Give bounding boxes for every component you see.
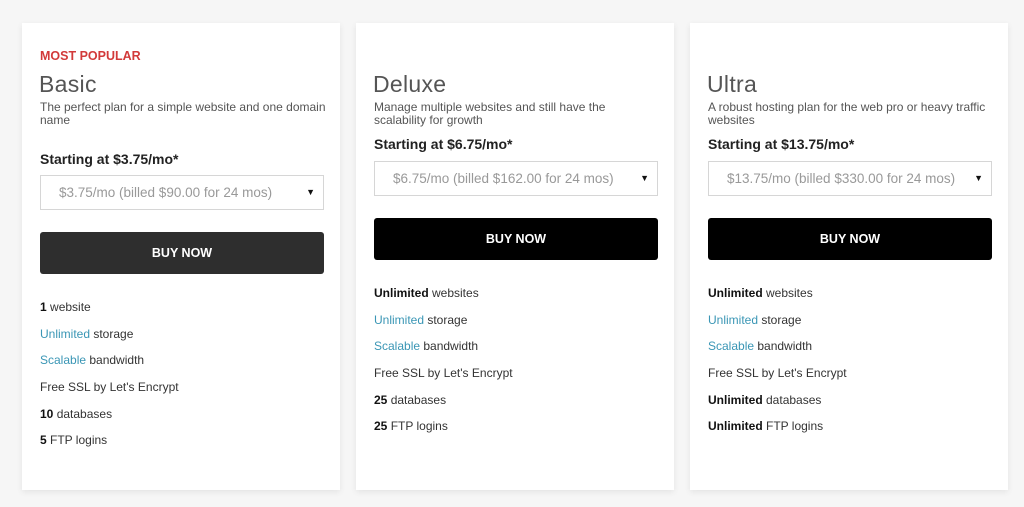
feature-link[interactable]: Scalable — [374, 339, 420, 353]
feature-link[interactable]: Unlimited — [374, 313, 424, 327]
feature-text: websites — [762, 286, 813, 300]
feature-item: 5 FTP logins — [40, 433, 179, 460]
feature-highlight: Unlimited — [708, 392, 763, 407]
feature-item: Unlimited databases — [708, 393, 847, 420]
plan-card-basic: MOST POPULAR Basic The perfect plan for … — [22, 23, 340, 490]
feature-item: Free SSL by Let's Encrypt — [374, 366, 513, 393]
feature-highlight: Unlimited — [708, 286, 763, 300]
feature-text: databases — [387, 392, 447, 407]
feature-item: 1 website — [40, 300, 179, 327]
feature-link[interactable]: Scalable — [40, 353, 86, 367]
feature-text: bandwidth — [86, 353, 145, 368]
dropdown-arrow-icon: ▼ — [306, 187, 315, 197]
feature-item: Unlimited websites — [708, 286, 847, 313]
feature-highlight: 10 — [40, 406, 54, 421]
billing-term-value: $13.75/mo (billed $330.00 for 24 mos) — [727, 171, 956, 186]
buy-now-button[interactable]: BUY NOW — [708, 218, 992, 260]
feature-text: FTP logins — [387, 419, 448, 434]
billing-term-select[interactable]: $13.75/mo (billed $330.00 for 24 mos) ▼ — [708, 161, 992, 196]
buy-now-button[interactable]: BUY NOW — [374, 218, 658, 260]
feature-text: bandwidth — [754, 339, 813, 354]
feature-list: 1 website Unlimited storage Scalable bandw… — [40, 300, 179, 460]
plan-name: Basic — [39, 71, 97, 97]
billing-term-select[interactable]: $6.75/mo (billed $162.00 for 24 mos) ▼ — [374, 161, 658, 196]
feature-link[interactable]: Unlimited — [40, 327, 90, 341]
feature-item: Unlimited FTP logins — [708, 419, 847, 446]
feature-text: storage — [90, 326, 134, 341]
most-popular-badge: MOST POPULAR — [40, 49, 141, 63]
billing-term-select[interactable]: $3.75/mo (billed $90.00 for 24 mos) ▼ — [40, 175, 324, 210]
feature-text: FTP logins — [762, 419, 824, 434]
starting-price: Starting at $6.75/mo* — [374, 136, 513, 152]
dropdown-arrow-icon: ▼ — [974, 173, 983, 183]
feature-item: 25 databases — [374, 393, 513, 420]
starting-price: Starting at $3.75/mo* — [40, 151, 179, 167]
feature-link[interactable]: Unlimited — [708, 313, 758, 327]
feature-item: Unlimited storage — [40, 327, 179, 354]
feature-item: Unlimited websites — [374, 286, 513, 313]
dropdown-arrow-icon: ▼ — [640, 173, 649, 183]
feature-list: Unlimited websites Unlimited storage Scala… — [374, 286, 513, 446]
feature-text: Free SSL by Let's Encrypt — [374, 366, 513, 381]
feature-item: Free SSL by Let's Encrypt — [40, 380, 179, 407]
feature-highlight: 1 — [40, 300, 47, 314]
feature-highlight: Unlimited — [374, 286, 429, 300]
feature-text: storage — [424, 312, 468, 327]
feature-text: databases — [762, 392, 822, 407]
billing-term-value: $3.75/mo (billed $90.00 for 24 mos) — [59, 185, 273, 200]
plan-card-ultra: Ultra A robust hosting plan for the web … — [690, 23, 1008, 490]
plan-description: Manage multiple websites and still have … — [374, 100, 606, 127]
feature-item: Unlimited storage — [374, 313, 513, 340]
plan-description: A robust hosting plan for the web pro or… — [708, 100, 986, 127]
feature-list: Unlimited websites Unlimited storage Scala… — [708, 286, 847, 446]
feature-item: Scalable bandwidth — [708, 339, 847, 366]
feature-text: storage — [758, 312, 802, 327]
feature-item: 10 databases — [40, 407, 179, 434]
plan-description: The perfect plan for a simple website an… — [40, 100, 326, 127]
feature-text: websites — [428, 286, 479, 300]
feature-item: Scalable bandwidth — [40, 353, 179, 380]
feature-text: Free SSL by Let's Encrypt — [40, 380, 179, 395]
feature-item: Scalable bandwidth — [374, 339, 513, 366]
feature-item: Free SSL by Let's Encrypt — [708, 366, 847, 393]
plan-name: Deluxe — [373, 71, 447, 97]
feature-text: website — [46, 300, 91, 314]
plan-name: Ultra — [707, 71, 758, 97]
feature-highlight: 25 — [374, 419, 388, 434]
pricing-cards: MOST POPULAR Basic The perfect plan for … — [0, 0, 1024, 507]
feature-text: Free SSL by Let's Encrypt — [708, 366, 847, 381]
plan-card-deluxe: Deluxe Manage multiple websites and stil… — [356, 23, 674, 490]
feature-text: bandwidth — [420, 339, 479, 354]
feature-item: Unlimited storage — [708, 313, 847, 340]
feature-text: databases — [53, 406, 113, 421]
feature-text: FTP logins — [46, 433, 108, 448]
feature-highlight: 25 — [374, 392, 388, 407]
feature-item: 25 FTP logins — [374, 419, 513, 446]
feature-highlight: 5 — [40, 433, 47, 448]
buy-now-button[interactable]: BUY NOW — [40, 232, 324, 274]
starting-price: Starting at $13.75/mo* — [708, 136, 855, 152]
billing-term-value: $6.75/mo (billed $162.00 for 24 mos) — [393, 171, 614, 186]
feature-highlight: Unlimited — [708, 419, 763, 434]
feature-link[interactable]: Scalable — [708, 339, 754, 353]
